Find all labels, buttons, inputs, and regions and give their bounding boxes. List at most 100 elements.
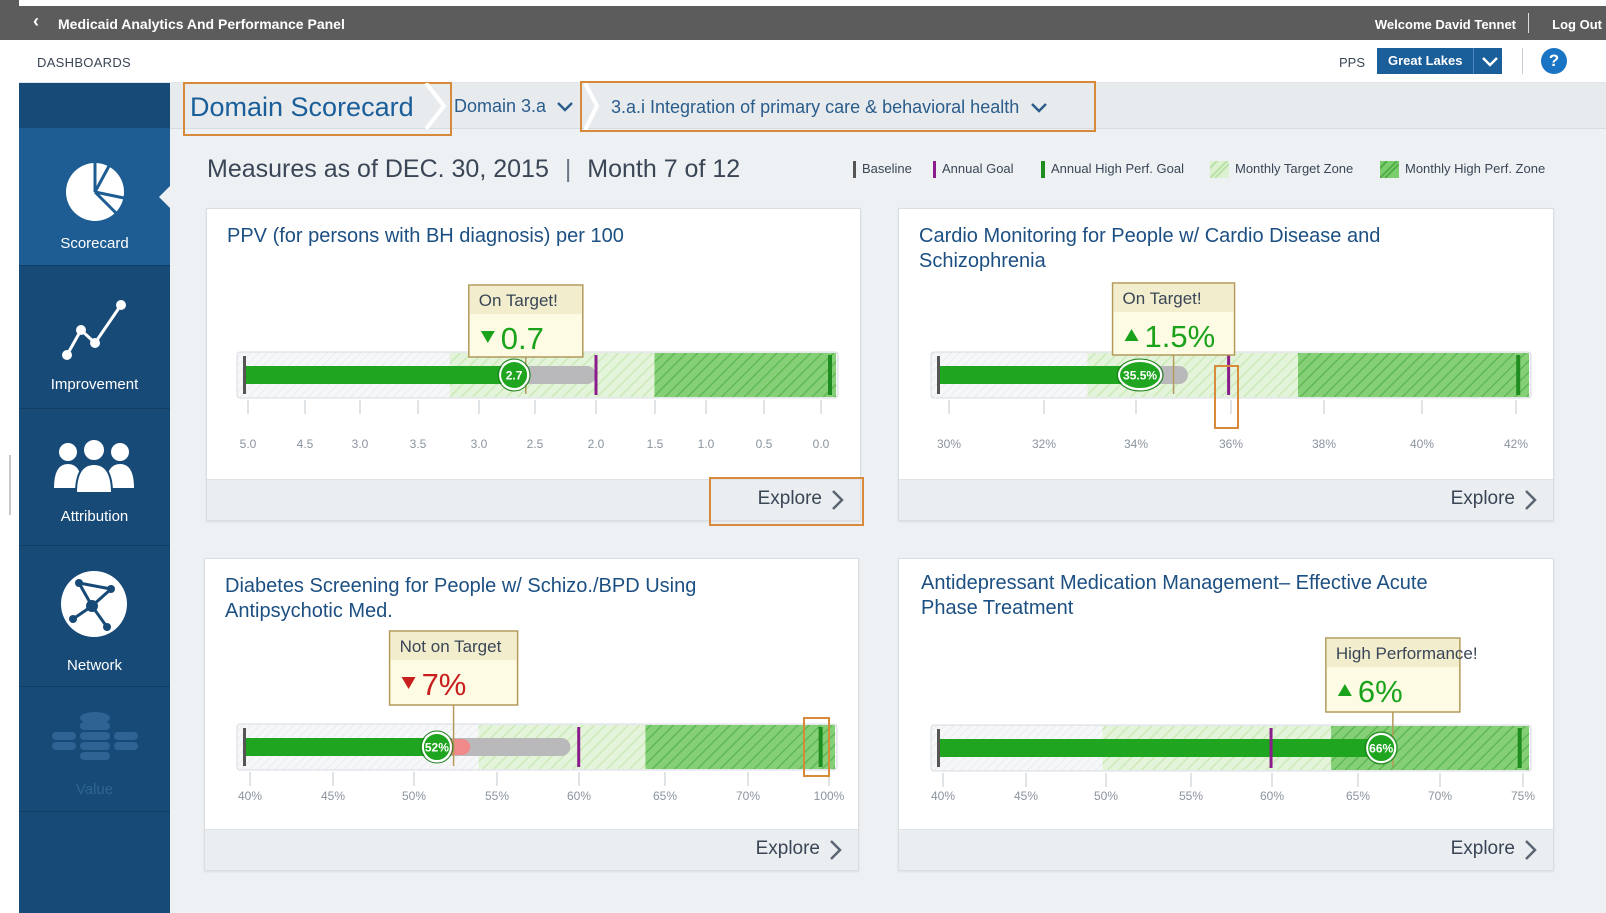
high-perf-goal-marker (1517, 728, 1522, 768)
callout-change-value: 6% (1358, 674, 1403, 709)
axis-tick-label: 30% (937, 437, 961, 451)
legend-monthly-high-perf-zone: Monthly High Perf. Zone (1380, 160, 1545, 179)
baseline-marker (937, 729, 940, 767)
callout-change-value: 7% (422, 667, 467, 702)
sidebar-item-attribution[interactable]: Attribution (19, 410, 170, 546)
breadcrumb-separator (584, 83, 600, 130)
axis-tick-label: 40% (931, 789, 955, 803)
annual-goal-marker (594, 355, 598, 395)
card-footer: Explore (899, 479, 1553, 520)
domain-dropdown[interactable]: Domain 3.a (454, 96, 575, 117)
current-value-bar (245, 738, 437, 756)
chevron-down-icon (1031, 103, 1048, 113)
current-value-label: 52% (425, 741, 449, 755)
baseline-marker-icon (853, 161, 856, 179)
card-footer: Explore (205, 829, 858, 870)
axis-tick-label: 34% (1124, 437, 1148, 451)
chevron-right-icon[interactable] (1523, 837, 1539, 863)
breadcrumb-separator (424, 83, 447, 129)
annual-goal-marker (1269, 728, 1273, 768)
legend-monthly-target-zone: Monthly Target Zone (1210, 160, 1353, 179)
sidebar-item-scorecard[interactable]: Scorecard (19, 128, 170, 266)
current-value-label: 66% (1369, 742, 1393, 756)
breadcrumb: Domain Scorecard Domain 3.a 3.a.i Integr… (170, 81, 1606, 136)
annual-goal-marker-icon (933, 161, 936, 179)
sidebar-nav: Scorecard Improvement Attribution Networ… (19, 83, 170, 913)
high-perf-goal-highlight (803, 717, 830, 777)
sidebar-item-label: Scorecard (60, 235, 129, 252)
callout-status: On Target! (1123, 289, 1202, 308)
callout-change-value: 1.5% (1145, 319, 1216, 354)
current-value-label: 35.5% (1123, 369, 1157, 383)
measure-card: Antidepressant Medication Management– Ef… (898, 558, 1554, 871)
explore-button[interactable]: Explore (1451, 838, 1515, 860)
card-footer: Explore (899, 829, 1553, 870)
chevron-right-icon[interactable] (828, 837, 844, 863)
axis-tick-label: 3.0 (352, 437, 369, 451)
coin-stack-icon (52, 712, 138, 760)
high-perf-goal-marker-icon (1041, 161, 1045, 179)
sub-header: DASHBOARDS PPS Great Lakes ? (19, 40, 1606, 83)
chevron-down-icon (557, 102, 573, 112)
axis-tick-label: 70% (736, 789, 760, 803)
axis-tick-label: 3.0 (471, 437, 488, 451)
measures-month: Month 7 of 12 (587, 155, 741, 183)
page-title: Domain Scorecard (190, 92, 414, 122)
sidebar-item-label: Attribution (60, 508, 129, 525)
pps-select[interactable]: Great Lakes (1377, 48, 1502, 74)
project-dropdown[interactable]: 3.a.i Integration of primary care & beha… (611, 97, 1050, 118)
measure-card: Diabetes Screening for People w/ Schizo.… (204, 558, 859, 871)
callout-status: On Target! (479, 291, 558, 310)
explore-highlight (709, 477, 864, 526)
window-edge (0, 0, 19, 913)
pps-label: PPS (1339, 55, 1366, 70)
axis-tick-label: 50% (402, 789, 426, 803)
baseline-marker (243, 356, 246, 394)
axis-tick-label: 100% (814, 789, 845, 803)
callout-status: Not on Target (400, 637, 502, 656)
logout-link[interactable]: Log Out (1552, 17, 1602, 32)
measure-card: PPV (for persons with BH diagnosis) per … (206, 208, 861, 521)
sidebar-item-label: Network (66, 657, 122, 674)
axis-tick-label: 3.5 (410, 437, 427, 451)
app-title: Medicaid Analytics And Performance Panel (58, 16, 345, 32)
sidebar-item-network[interactable]: Network (19, 547, 170, 687)
current-value-bar (939, 739, 1382, 757)
baseline-marker (937, 356, 940, 394)
back-chevron-icon[interactable]: ‹ (33, 11, 39, 32)
help-icon[interactable]: ? (1541, 48, 1567, 74)
explore-button[interactable]: Explore (1451, 488, 1515, 510)
current-value-label: 2.7 (506, 369, 523, 383)
axis-tick-label: 1.5 (647, 437, 664, 451)
axis-tick-label: 75% (1511, 789, 1535, 803)
resize-grip[interactable] (9, 455, 11, 515)
sidebar-item-improvement[interactable]: Improvement (19, 267, 170, 409)
axis-tick-label: 1.0 (698, 437, 715, 451)
axis-tick-label: 50% (1094, 789, 1118, 803)
project-dropdown-highlight: 3.a.i Integration of primary care & beha… (580, 81, 1096, 132)
axis-tick-label: 32% (1032, 437, 1056, 451)
legend-high-perf-goal: Annual High Perf. Goal (1041, 160, 1184, 179)
sidebar-item-label: Value (75, 781, 114, 798)
domain-dropdown-label: Domain 3.a (454, 96, 547, 116)
axis-tick-label: 0.5 (756, 437, 773, 451)
welcome-text: Welcome David Tennet (1374, 17, 1516, 32)
sidebar-item-label: Improvement (50, 376, 139, 393)
axis-tick-label: 36% (1219, 437, 1243, 451)
explore-button[interactable]: Explore (756, 838, 820, 860)
axis-tick-label: 2.0 (588, 437, 605, 451)
project-dropdown-label: 3.a.i Integration of primary care & beha… (611, 97, 1020, 117)
axis-tick-label: 2.5 (527, 437, 544, 451)
axis-tick-label: 38% (1312, 437, 1336, 451)
main-content: Domain Scorecard Domain 3.a 3.a.i Integr… (170, 81, 1606, 913)
axis-tick-label: 45% (321, 789, 345, 803)
callout-change-value: 0.7 (501, 321, 544, 356)
people-group-icon (54, 438, 134, 494)
callout-status: High Performance! (1336, 644, 1478, 663)
monthly-high-perf-zone (1298, 353, 1529, 397)
chevron-right-icon[interactable] (1523, 487, 1539, 513)
high-perf-goal-marker (1516, 355, 1521, 395)
axis-tick-label: 5.0 (240, 437, 257, 451)
axis-tick-label: 45% (1014, 789, 1038, 803)
high-perf-zone-swatch-icon (1380, 161, 1399, 179)
